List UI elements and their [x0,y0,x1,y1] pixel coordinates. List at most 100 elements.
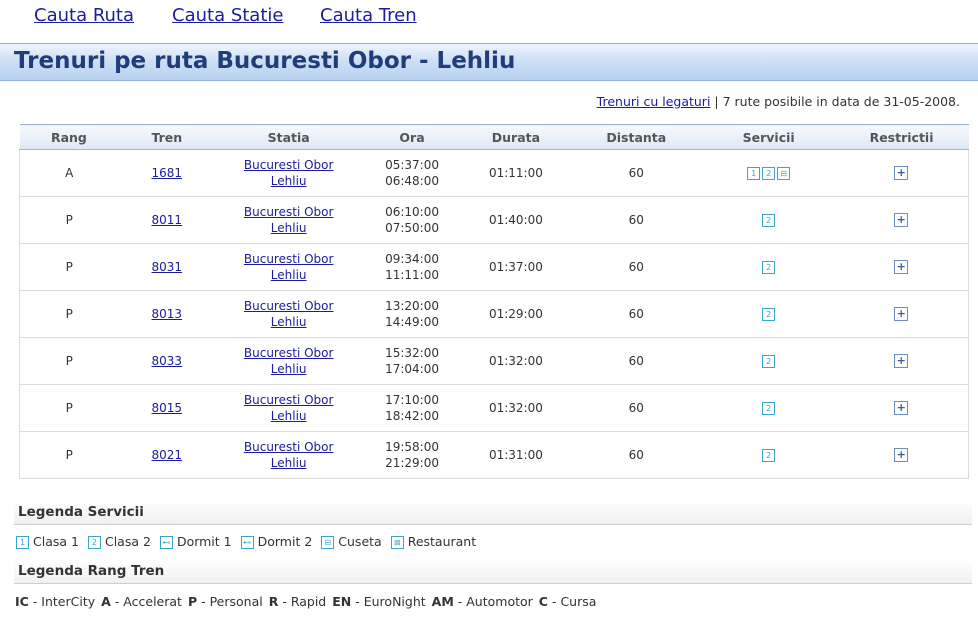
train-number-link[interactable]: 8013 [152,307,183,321]
cell-servicii: 2 [702,337,835,385]
clasa-2-icon: 2 [762,214,776,227]
arrival-time: 17:04:00 [385,362,439,376]
station-from-link[interactable]: Bucuresti Obor [215,157,362,173]
rang-code: A [101,594,111,609]
expand-restrictions-icon[interactable]: + [894,307,909,322]
cell-restrictii: + [834,290,969,338]
cell-servicii: 2 [702,431,835,479]
legend-servicii-item: 1 Clasa 1 [15,534,79,549]
departure-time: 06:10:00 [385,205,439,219]
train-number-link[interactable]: 8011 [152,213,183,227]
departure-time: 15:32:00 [385,346,439,360]
header-restrictii: Restrictii [834,124,969,150]
train-number-link[interactable]: 8021 [152,448,183,462]
rang-label: - Automotor [457,594,533,609]
departure-time: 09:34:00 [385,252,439,266]
cell-servicii: 2 [702,290,835,338]
station-from-link[interactable]: Bucuresti Obor [215,392,362,408]
station-from-link[interactable]: Bucuresti Obor [215,345,362,361]
cell-rang: P [19,290,119,338]
legend-servicii-label: Cuseta [338,534,382,549]
cell-distanta: 60 [569,196,703,244]
clasa-2-icon: 2 [762,261,776,274]
arrival-time: 06:48:00 [385,174,439,188]
table-row: P 8021 Bucuresti Obor Lehliu 19:58:00 21:29:0… [19,431,969,479]
legend-rang-item: AM - Automotor [432,594,533,609]
cell-statia: Bucuresti Obor Lehliu [215,337,363,385]
cell-tren: 8031 [118,243,216,291]
legend-rang-item: R - Rapid [269,594,327,609]
cell-restrictii: + [834,431,969,479]
departure-time: 17:10:00 [385,393,439,407]
legend-servicii-item: ⊷ Dormit 2 [240,534,312,549]
cell-tren: 8013 [118,290,216,338]
expand-restrictions-icon[interactable]: + [894,401,909,416]
station-to-link[interactable]: Lehliu [215,314,362,330]
station-to-link[interactable]: Lehliu [215,361,362,377]
station-from-link[interactable]: Bucuresti Obor [215,439,362,455]
cuseta-icon: ⊟ [777,167,791,180]
legend-rang-item: C - Cursa [539,594,597,609]
cell-restrictii: + [834,149,969,197]
connections-link[interactable]: Trenuri cu legaturi [597,94,711,109]
legend-servicii-item: ⊟ Cuseta [320,534,382,549]
cell-restrictii: + [834,384,969,432]
legend-servicii-item: ⊠ Restaurant [390,534,476,549]
clasa-1-icon: 1 [747,167,761,180]
expand-restrictions-icon[interactable]: + [894,166,909,181]
legend-servicii-item: 2 Clasa 2 [87,534,151,549]
cell-durata: 01:32:00 [461,337,570,385]
expand-restrictions-icon[interactable]: + [894,213,909,228]
cell-ora: 05:37:00 06:48:00 [362,149,462,197]
station-from-link[interactable]: Bucuresti Obor [215,251,362,267]
header-servicii: Servicii [702,124,835,150]
clasa-2-icon: 2 [762,355,776,368]
legend-servicii-list: 1 Clasa 1 2 Clasa 2 ⊷ Dormit 1 ⊷ Dormit 2 ⊟ Cuset… [15,534,484,549]
legend-servicii-header: Legenda Servicii [14,501,972,525]
station-to-link[interactable]: Lehliu [215,455,362,471]
departure-time: 05:37:00 [385,158,439,172]
title-bar: Trenuri pe ruta Bucuresti Obor - Lehliu [0,44,978,81]
arrival-time: 14:49:00 [385,315,439,329]
routes-count-text: 7 rute posibile in data de 31-05-2008. [722,94,960,109]
nav-link-cauta-tren[interactable]: Cauta Tren [320,5,417,26]
expand-restrictions-icon[interactable]: + [894,354,909,369]
train-number-link[interactable]: 1681 [152,166,183,180]
cell-tren: 8011 [118,196,216,244]
table-row: P 8015 Bucuresti Obor Lehliu 17:10:00 18:42:0… [19,384,969,432]
cell-distanta: 60 [569,243,703,291]
cell-ora: 17:10:00 18:42:00 [362,384,462,432]
train-number-link[interactable]: 8031 [152,260,183,274]
expand-restrictions-icon[interactable]: + [894,448,909,463]
rang-label: - Cursa [551,594,597,609]
legend-rang-item: IC - InterCity [15,594,95,609]
cell-rang: P [19,384,119,432]
rang-label: - Rapid [282,594,327,609]
train-number-link[interactable]: 8033 [152,354,183,368]
nav-link-cauta-ruta[interactable]: Cauta Ruta [34,5,134,26]
cell-restrictii: + [834,337,969,385]
routes-table-body: A 1681 Bucuresti Obor Lehliu 05:37:00 06:48:0… [19,149,969,479]
clasa-1-icon: 1 [16,536,29,549]
train-number-link[interactable]: 8015 [152,401,183,415]
rang-label: - InterCity [32,594,96,609]
station-from-link[interactable]: Bucuresti Obor [215,298,362,314]
rang-label: - EuroNight [355,594,426,609]
cuseta-icon: ⊟ [321,536,335,549]
legend-rang-header: Legenda Rang Tren [14,560,972,584]
station-from-link[interactable]: Bucuresti Obor [215,204,362,220]
table-row: P 8013 Bucuresti Obor Lehliu 13:20:00 14:49:0… [19,290,969,338]
expand-restrictions-icon[interactable]: + [894,260,909,275]
clasa-2-icon: 2 [762,167,776,180]
table-row: P 8031 Bucuresti Obor Lehliu 09:34:00 11:11:0… [19,243,969,291]
nav-link-cauta-statie[interactable]: Cauta Statie [172,5,283,26]
header-tren: Tren [118,124,216,150]
station-to-link[interactable]: Lehliu [215,173,362,189]
cell-distanta: 60 [569,431,703,479]
station-to-link[interactable]: Lehliu [215,408,362,424]
station-to-link[interactable]: Lehliu [215,267,362,283]
legend-servicii-title: Legenda Servicii [18,504,144,520]
station-to-link[interactable]: Lehliu [215,220,362,236]
rang-code: P [187,594,198,609]
departure-time: 19:58:00 [385,440,439,454]
